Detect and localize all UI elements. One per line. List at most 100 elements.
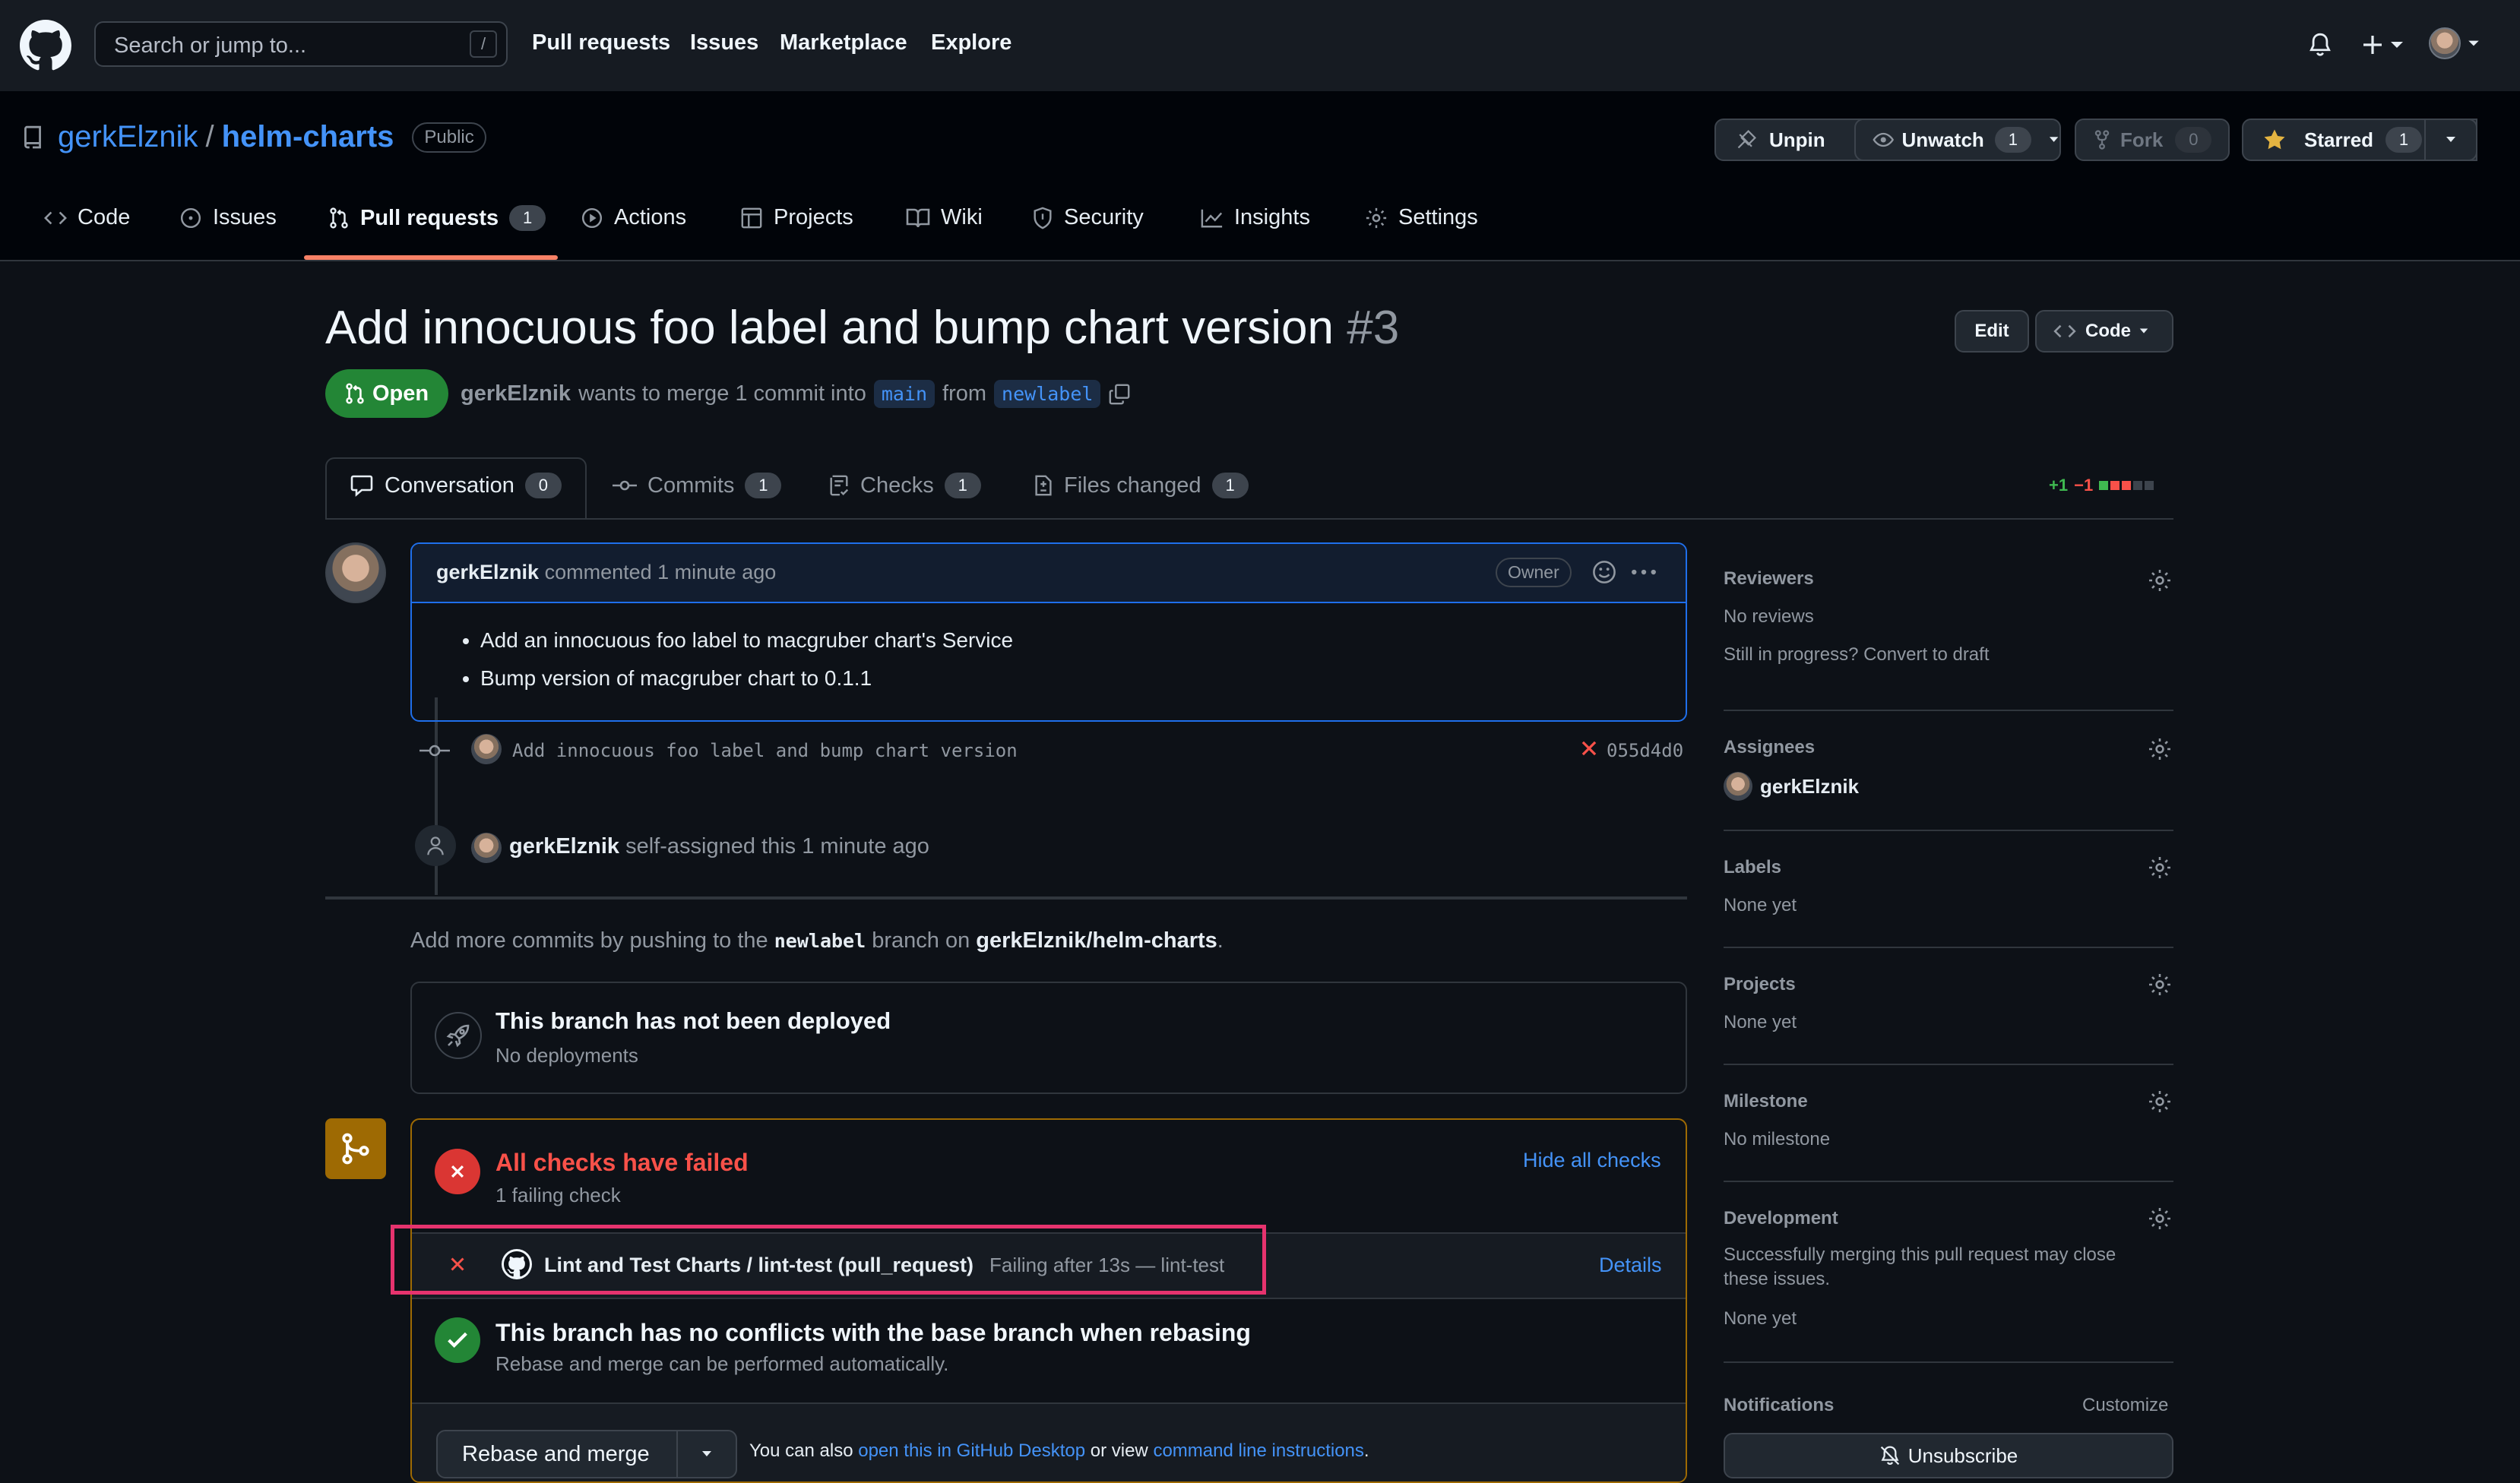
unsubscribe-label: Unsubscribe — [1907, 1443, 2018, 1467]
unwatch-button[interactable]: Unwatch 1 — [1854, 119, 2061, 161]
avatar[interactable] — [1724, 772, 1752, 801]
tab-count: 1 — [1211, 473, 1249, 498]
tab-security[interactable]: Security — [1032, 205, 1144, 230]
sidebar-divider — [1724, 1064, 2173, 1065]
github-logo-icon[interactable] — [20, 20, 71, 71]
commit-message-link[interactable]: Add innocuous foo label and bump chart v… — [512, 740, 1018, 761]
gear-icon[interactable] — [2148, 1089, 2172, 1114]
sidebar-divider — [1724, 1361, 2173, 1363]
comment-body: Add an innocuous foo label to macgruber … — [412, 621, 1686, 697]
section-heading: Assignees — [1724, 737, 1816, 757]
tab-commits[interactable]: Commits 1 — [613, 473, 782, 498]
avatar-menu[interactable] — [2429, 27, 2480, 59]
nav-issues[interactable]: Issues — [690, 30, 758, 55]
tab-label: Conversation — [385, 473, 514, 498]
reviewers-value: No reviews — [1724, 606, 1814, 627]
pr-author-link[interactable]: gerkElznik — [461, 381, 571, 406]
avatar[interactable] — [471, 734, 502, 764]
page-title: Add innocuous foo label and bump chart v… — [325, 301, 1399, 355]
gear-icon[interactable] — [2148, 1206, 2172, 1231]
play-icon — [581, 207, 603, 228]
eye-icon — [1873, 132, 1895, 147]
code-dropdown-button[interactable]: Code — [2035, 310, 2173, 353]
tab-label: Files changed — [1064, 473, 1201, 498]
check-details-link[interactable]: Details — [1599, 1254, 1662, 1277]
base-branch[interactable]: main — [873, 380, 936, 408]
assignee-name[interactable]: gerkElznik — [1760, 775, 1859, 798]
graph-icon — [1201, 209, 1223, 227]
tab-pull-requests[interactable]: Pull requests 1 — [328, 205, 546, 231]
comment-author-link[interactable]: gerkElznik — [436, 561, 539, 583]
tab-projects[interactable]: Projects — [740, 205, 853, 230]
conflicts-title: This branch has no conflicts with the ba… — [495, 1319, 1251, 1346]
rebase-merge-label: Rebase and merge — [462, 1441, 650, 1466]
tab-code[interactable]: Code — [44, 205, 130, 230]
repo-name-link[interactable]: helm-charts — [222, 120, 394, 154]
tab-actions[interactable]: Actions — [581, 205, 686, 230]
chevron-down-icon — [2468, 40, 2479, 46]
x-icon[interactable] — [1579, 738, 1599, 758]
tab-label: Insights — [1234, 205, 1310, 229]
cli-instructions-link[interactable]: command line instructions — [1153, 1440, 1363, 1461]
star-list-dropdown[interactable] — [2424, 119, 2477, 161]
chevron-down-icon — [702, 1451, 711, 1456]
bell-icon[interactable] — [2307, 30, 2333, 59]
repo-owner-link[interactable]: gerkElznik — [58, 120, 198, 154]
search-input[interactable]: Search or jump to... / — [94, 21, 508, 67]
open-desktop-link[interactable]: open this in GitHub Desktop — [858, 1440, 1085, 1461]
merge-method-dropdown[interactable] — [676, 1430, 737, 1478]
event-actor-link[interactable]: gerkElznik — [509, 834, 619, 858]
merge-also: You can also — [749, 1440, 853, 1461]
customize-link[interactable]: Customize — [2082, 1395, 2168, 1416]
gear-icon[interactable] — [2148, 568, 2172, 593]
avatar — [2429, 27, 2461, 59]
development-desc-2: these issues. — [1724, 1269, 1831, 1289]
tab-checks[interactable]: Checks 1 — [828, 473, 981, 498]
gear-icon[interactable] — [2148, 737, 2172, 761]
tab-label: Actions — [614, 205, 687, 229]
section-heading: Development — [1724, 1208, 1838, 1228]
avatar[interactable] — [325, 542, 386, 603]
milestone-value: No milestone — [1724, 1129, 1831, 1149]
unsubscribe-button[interactable]: Unsubscribe — [1724, 1433, 2173, 1478]
plus-icon[interactable] — [2360, 30, 2406, 59]
nav-pull-requests[interactable]: Pull requests — [532, 30, 670, 55]
nav-marketplace[interactable]: Marketplace — [780, 30, 907, 55]
head-branch[interactable]: newlabel — [994, 380, 1101, 408]
unwatch-label: Unwatch — [1901, 128, 1984, 151]
gear-icon[interactable] — [2148, 855, 2172, 880]
convert-draft-text[interactable]: Still in progress? Convert to draft — [1724, 644, 1990, 666]
commit-icon — [613, 480, 637, 491]
star-label: Starred — [2304, 128, 2374, 151]
nav-explore[interactable]: Explore — [931, 30, 1011, 55]
sidebar-development: Development Successfully merging this pu… — [1724, 1208, 2116, 1330]
pr-number: #3 — [1347, 302, 1400, 354]
tab-wiki[interactable]: Wiki — [906, 205, 983, 230]
gear-icon[interactable] — [2148, 972, 2172, 997]
comment-meta: commented 1 minute ago — [544, 561, 777, 583]
tab-issues[interactable]: Issues — [179, 205, 277, 230]
repo-header — [0, 91, 2520, 261]
fork-button[interactable]: Fork 0 — [2075, 119, 2230, 161]
sidebar-milestone: Milestone No milestone — [1724, 1091, 1830, 1150]
edit-title-button[interactable]: Edit — [1955, 310, 2029, 353]
copy-icon[interactable] — [1108, 383, 1131, 406]
avatar[interactable] — [471, 833, 502, 863]
checklist-icon — [830, 475, 849, 496]
fork-icon — [2094, 130, 2110, 150]
kebab-icon[interactable] — [1631, 561, 1657, 583]
tab-settings[interactable]: Settings — [1365, 205, 1478, 230]
tab-files-changed[interactable]: Files changed 1 — [1034, 473, 1249, 498]
hide-checks-link[interactable]: Hide all checks — [1523, 1149, 1661, 1172]
tab-conversation[interactable]: Conversation 0 — [350, 473, 562, 498]
search-shortcut-key: / — [470, 30, 497, 58]
tab-label: Wiki — [941, 205, 983, 229]
smiley-icon[interactable] — [1591, 559, 1617, 585]
git-merge-icon — [325, 1118, 386, 1179]
code-icon — [44, 211, 67, 224]
tab-insights[interactable]: Insights — [1201, 205, 1310, 230]
rebase-merge-button[interactable]: Rebase and merge — [436, 1430, 678, 1478]
conflicts-sub: Rebase and merge can be performed automa… — [495, 1352, 949, 1375]
visibility-badge: Public — [412, 122, 486, 153]
commit-sha-link[interactable]: 055d4d0 — [1607, 740, 1683, 761]
